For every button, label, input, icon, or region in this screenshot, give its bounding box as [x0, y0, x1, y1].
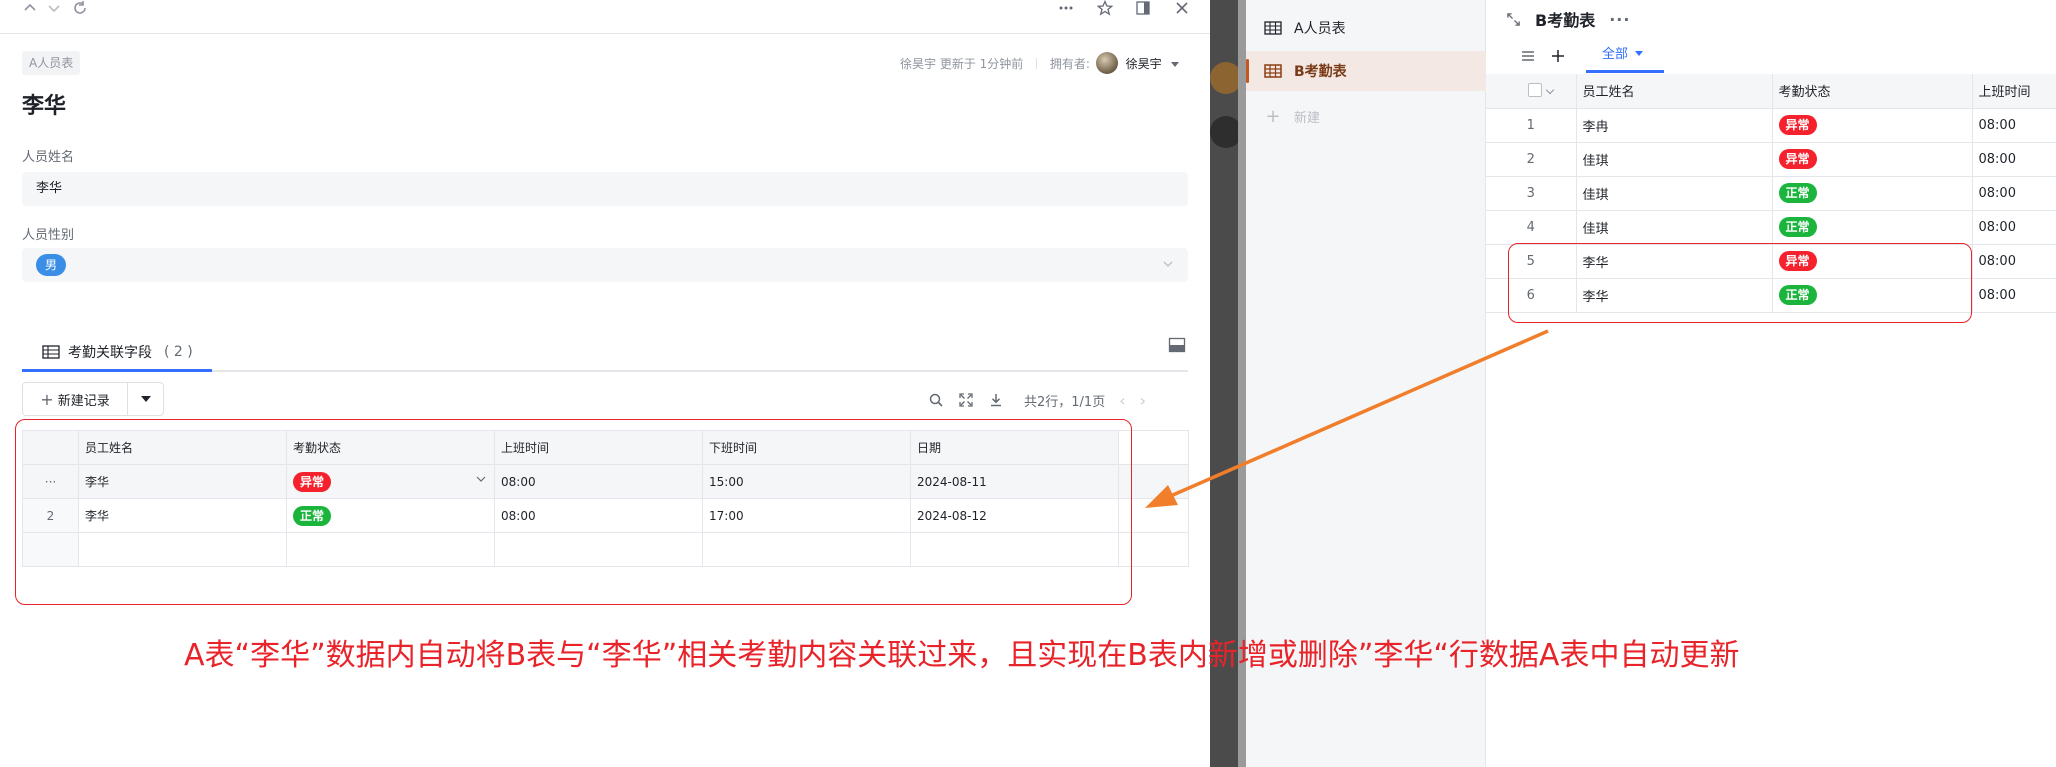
- sidebar-toggle-icon[interactable]: [1133, 0, 1153, 16]
- cell-start[interactable]: 08:00: [1972, 176, 2056, 211]
- status-badge: 正常: [1778, 183, 1817, 203]
- table-row[interactable]: 4 佳琪 正常 08:00: [1486, 210, 2056, 245]
- view-tab-label: 全部: [1602, 47, 1629, 62]
- caret-down-icon: [140, 396, 151, 402]
- add-view-icon[interactable]: [1550, 48, 1566, 64]
- prev-page-icon[interactable]: ‹: [1119, 391, 1125, 410]
- close-icon[interactable]: [1172, 0, 1192, 16]
- tab-count: ( 2 ): [164, 344, 193, 360]
- expand-icon[interactable]: [1506, 12, 1521, 27]
- view-active-indicator: [1586, 70, 1664, 73]
- chevron-down-icon[interactable]: [1162, 248, 1174, 282]
- cell-start[interactable]: 08:00: [1972, 108, 2056, 143]
- menu-icon[interactable]: [1520, 48, 1536, 64]
- plus-icon: +: [1265, 105, 1281, 127]
- collapse-panel-icon[interactable]: [1168, 336, 1186, 354]
- new-record-dropdown[interactable]: [127, 383, 163, 415]
- caret-down-icon[interactable]: [1635, 51, 1644, 56]
- chevron-down-icon[interactable]: [44, 0, 64, 16]
- meta-divider: [1036, 58, 1038, 69]
- name-field-label: 人员姓名: [22, 150, 75, 165]
- status-badge: 正常: [1778, 217, 1817, 237]
- cell-status[interactable]: 正常: [1772, 176, 1973, 211]
- cell-status[interactable]: 异常: [1772, 108, 1973, 143]
- linked-toolbar: 共2行，1/1页 ‹ ›: [928, 390, 1190, 410]
- cell-name[interactable]: 佳琪: [1576, 142, 1773, 177]
- gender-field[interactable]: 男: [22, 248, 1188, 282]
- record-topbar: [0, 0, 1210, 34]
- refresh-icon[interactable]: [70, 0, 90, 16]
- avatar[interactable]: [1095, 52, 1118, 74]
- sidebar-item-label: 新建: [1294, 110, 1321, 126]
- row-index: 4: [1486, 210, 1577, 245]
- grid-header: B考勤表 ···: [1506, 6, 1630, 32]
- tab-view-all[interactable]: 全部: [1602, 44, 1644, 66]
- cell-start[interactable]: 08:00: [1972, 278, 2056, 313]
- record-title: 李华: [22, 94, 67, 119]
- table-tag[interactable]: A人员表: [22, 51, 81, 75]
- sidebar-item-label: B考勤表: [1294, 64, 1347, 80]
- row-index: 2: [1486, 142, 1577, 177]
- gender-option-tag: 男: [36, 253, 67, 276]
- tab-linked-field[interactable]: 考勤关联字段 ( 2 ): [22, 334, 193, 370]
- more-icon[interactable]: ···: [1609, 10, 1630, 29]
- search-icon[interactable]: [928, 392, 944, 408]
- plus-icon: +: [40, 389, 54, 409]
- cell-name[interactable]: 佳琪: [1576, 176, 1773, 211]
- col-header[interactable]: 员工姓名: [1576, 74, 1773, 109]
- annotation-box-linked: [15, 419, 1132, 605]
- owner-name[interactable]: 徐昊宇: [1126, 57, 1162, 71]
- annotation-caption: A表“李华”数据内自动将B表与“李华”相关考勤内容关联过来，且实现在B表内新增或…: [184, 638, 1740, 673]
- owner-dropdown-icon[interactable]: [1171, 62, 1180, 67]
- chevron-down-icon[interactable]: [1545, 85, 1555, 94]
- grid-icon: [1264, 64, 1282, 78]
- pagination-text: 共2行，1/1页: [1024, 394, 1106, 410]
- grid-title: B考勤表: [1535, 11, 1596, 30]
- sidebar-item-new[interactable]: + 新建: [1246, 96, 1486, 136]
- grid-icon: [1264, 21, 1282, 35]
- table-row[interactable]: 2 佳琪 异常 08:00: [1486, 142, 2056, 177]
- record-meta: 徐昊宇 更新于 1分钟前 拥有者: 徐昊宇: [900, 52, 1190, 74]
- owner-label: 拥有者:: [1049, 57, 1090, 71]
- row-index: 1: [1486, 108, 1577, 143]
- status-badge: 异常: [1778, 115, 1817, 135]
- row-index: 3: [1486, 176, 1577, 211]
- select-all-header[interactable]: [1486, 74, 1577, 109]
- cell-name[interactable]: 李冉: [1576, 108, 1773, 143]
- status-badge: 异常: [1778, 149, 1817, 169]
- annotation-box-rows: [1508, 243, 1972, 323]
- next-page-icon[interactable]: ›: [1140, 391, 1146, 410]
- star-icon[interactable]: [1095, 0, 1115, 16]
- sidebar-item-b-table[interactable]: B考勤表: [1246, 51, 1486, 91]
- grid-icon: [42, 345, 60, 359]
- table-row[interactable]: 1 李冉 异常 08:00: [1486, 108, 2056, 143]
- new-record-button[interactable]: + 新建记录: [22, 382, 164, 416]
- cell-status[interactable]: 正常: [1772, 210, 1973, 245]
- col-header[interactable]: 考勤状态: [1772, 74, 1973, 109]
- name-field[interactable]: 李华: [22, 172, 1188, 206]
- tab-active-indicator: [22, 369, 212, 372]
- col-header[interactable]: 上班时间: [1972, 74, 2056, 109]
- updated-text: 徐昊宇 更新于 1分钟前: [900, 57, 1024, 71]
- gender-field-label: 人员性别: [22, 228, 75, 243]
- cell-name[interactable]: 佳琪: [1576, 210, 1773, 245]
- more-icon[interactable]: [1056, 0, 1076, 16]
- cell-start[interactable]: 08:00: [1972, 142, 2056, 177]
- download-icon[interactable]: [988, 392, 1004, 408]
- new-record-label: 新建记录: [57, 393, 110, 409]
- cell-start[interactable]: 08:00: [1972, 210, 2056, 245]
- expand-icon[interactable]: [958, 392, 974, 408]
- cell-start[interactable]: 08:00: [1972, 244, 2056, 279]
- select-all-checkbox[interactable]: [1528, 82, 1542, 97]
- tab-label: 考勤关联字段: [68, 345, 152, 361]
- table-row[interactable]: 3 佳琪 正常 08:00: [1486, 176, 2056, 211]
- sidebar-item-label: A人员表: [1294, 21, 1346, 37]
- grid-toolbar: [1520, 44, 1566, 68]
- sidebar-item-a-table[interactable]: A人员表: [1246, 8, 1486, 48]
- chevron-up-icon[interactable]: [20, 0, 40, 16]
- cell-status[interactable]: 异常: [1772, 142, 1973, 177]
